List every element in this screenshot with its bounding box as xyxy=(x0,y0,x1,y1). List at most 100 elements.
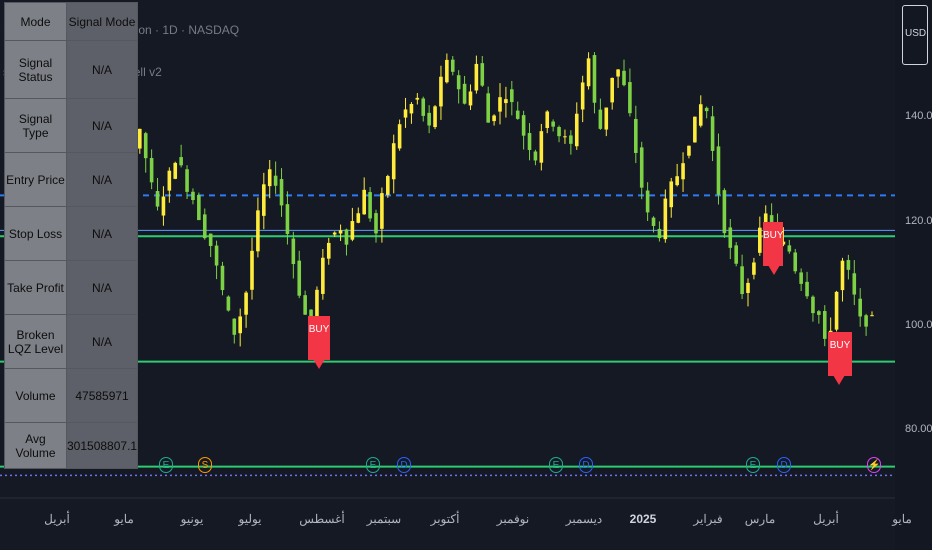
candle-body xyxy=(244,292,248,315)
candle-body xyxy=(374,213,378,234)
table-label: Entry Price xyxy=(4,152,67,207)
candle-body xyxy=(486,93,490,123)
candle-body xyxy=(628,82,632,114)
candle-body xyxy=(421,98,426,116)
table-value: N/A xyxy=(65,206,139,261)
candle-body xyxy=(604,107,609,130)
candle-body xyxy=(197,194,201,221)
candle-body xyxy=(279,179,284,206)
dividend-event-icon[interactable]: D xyxy=(397,457,411,473)
candle-body xyxy=(262,184,266,216)
table-value: N/A xyxy=(65,314,139,369)
candle-body xyxy=(515,110,520,119)
candle-body xyxy=(521,115,526,136)
candle-body xyxy=(592,55,597,103)
price-label-100: 100.00 xyxy=(905,319,932,331)
candle-body xyxy=(474,63,479,91)
currency-button[interactable]: USD xyxy=(902,5,928,65)
candlestick-chart[interactable] xyxy=(0,0,932,550)
candle-body xyxy=(149,158,154,183)
candle-body xyxy=(811,296,815,314)
time-label: مايو xyxy=(114,512,134,526)
buy-signal-marker[interactable]: BUY xyxy=(763,222,784,275)
candle-body xyxy=(740,266,744,295)
candle-body xyxy=(226,296,231,311)
candle-body xyxy=(332,232,337,235)
table-row: Broken LQZ Level N/A xyxy=(4,314,139,369)
candle-body xyxy=(510,89,514,103)
candle-body xyxy=(639,147,644,188)
candle-body xyxy=(734,245,738,264)
candle-body xyxy=(250,250,254,290)
candle-body xyxy=(238,316,242,334)
candle-body xyxy=(143,133,148,159)
candle-body xyxy=(344,229,349,245)
earnings-event-icon[interactable]: E xyxy=(549,457,563,473)
candle-body xyxy=(563,136,567,138)
candle-body xyxy=(185,169,189,192)
candle-body xyxy=(498,97,502,112)
time-label: 2025 xyxy=(629,512,657,526)
table-value: N/A xyxy=(65,152,139,207)
signal-table: Mode Signal Mode Signal Status N/A Signal … xyxy=(4,2,139,469)
candle-body xyxy=(557,127,561,137)
table-row: Mode Signal Mode xyxy=(4,2,139,41)
candle-body xyxy=(793,252,798,272)
dividend-event-icon[interactable]: D xyxy=(777,457,791,473)
candle-body xyxy=(817,311,821,315)
price-scale-panel xyxy=(895,0,932,550)
candle-body xyxy=(704,107,709,112)
table-row: Signal Status N/A xyxy=(4,40,139,99)
candle-body xyxy=(450,59,455,72)
table-value: 47585971 xyxy=(65,368,139,423)
candle-body xyxy=(527,133,532,150)
candle-body xyxy=(864,315,868,327)
candle-body xyxy=(551,121,555,127)
candle-body xyxy=(728,227,733,248)
candle-body xyxy=(645,190,650,213)
time-label: يوليو xyxy=(238,512,262,526)
candle-body xyxy=(840,260,845,291)
table-row: Take Profit N/A xyxy=(4,260,139,315)
candle-body xyxy=(675,176,679,186)
table-label: Mode xyxy=(4,2,67,41)
split-event-icon[interactable]: S xyxy=(198,457,212,473)
candle-body xyxy=(386,176,390,195)
time-label: أغسطس xyxy=(299,512,345,526)
candle-body xyxy=(273,175,278,186)
candle-body xyxy=(663,198,668,240)
table-row: Volume 47585971 xyxy=(4,368,139,423)
earnings-event-icon[interactable]: E xyxy=(366,457,380,473)
candle-body xyxy=(569,135,573,144)
candle-body xyxy=(291,238,296,265)
candle-body xyxy=(439,76,443,107)
candle-body xyxy=(822,311,827,339)
table-value: N/A xyxy=(65,260,139,315)
candle-body xyxy=(616,69,620,77)
candle-body xyxy=(533,151,538,161)
lightning-event-icon[interactable]: ⚡ xyxy=(867,457,881,473)
candle-body xyxy=(297,260,302,296)
time-label: أكتوبر xyxy=(430,512,460,526)
table-value: N/A xyxy=(65,40,139,99)
candle-body xyxy=(858,298,862,317)
earnings-event-icon[interactable]: E xyxy=(159,457,173,473)
dividend-event-icon[interactable]: D xyxy=(579,457,593,473)
candle-body xyxy=(681,163,685,180)
candle-body xyxy=(669,181,674,208)
candle-body xyxy=(504,99,508,104)
candle-body xyxy=(805,281,809,297)
candle-body xyxy=(480,63,485,86)
candle-body xyxy=(326,242,331,259)
table-value: Signal Mode xyxy=(65,2,139,41)
candle-body xyxy=(155,191,160,207)
candle-body xyxy=(208,233,213,246)
candle-body xyxy=(574,113,579,147)
earnings-event-icon[interactable]: E xyxy=(746,457,760,473)
candle-body xyxy=(362,189,366,215)
candle-body xyxy=(799,272,803,284)
buy-signal-marker[interactable]: BUY xyxy=(308,316,330,369)
candle-body xyxy=(285,204,290,234)
table-row: Stop Loss N/A xyxy=(4,206,139,261)
buy-signal-marker[interactable]: BUY xyxy=(828,332,852,385)
